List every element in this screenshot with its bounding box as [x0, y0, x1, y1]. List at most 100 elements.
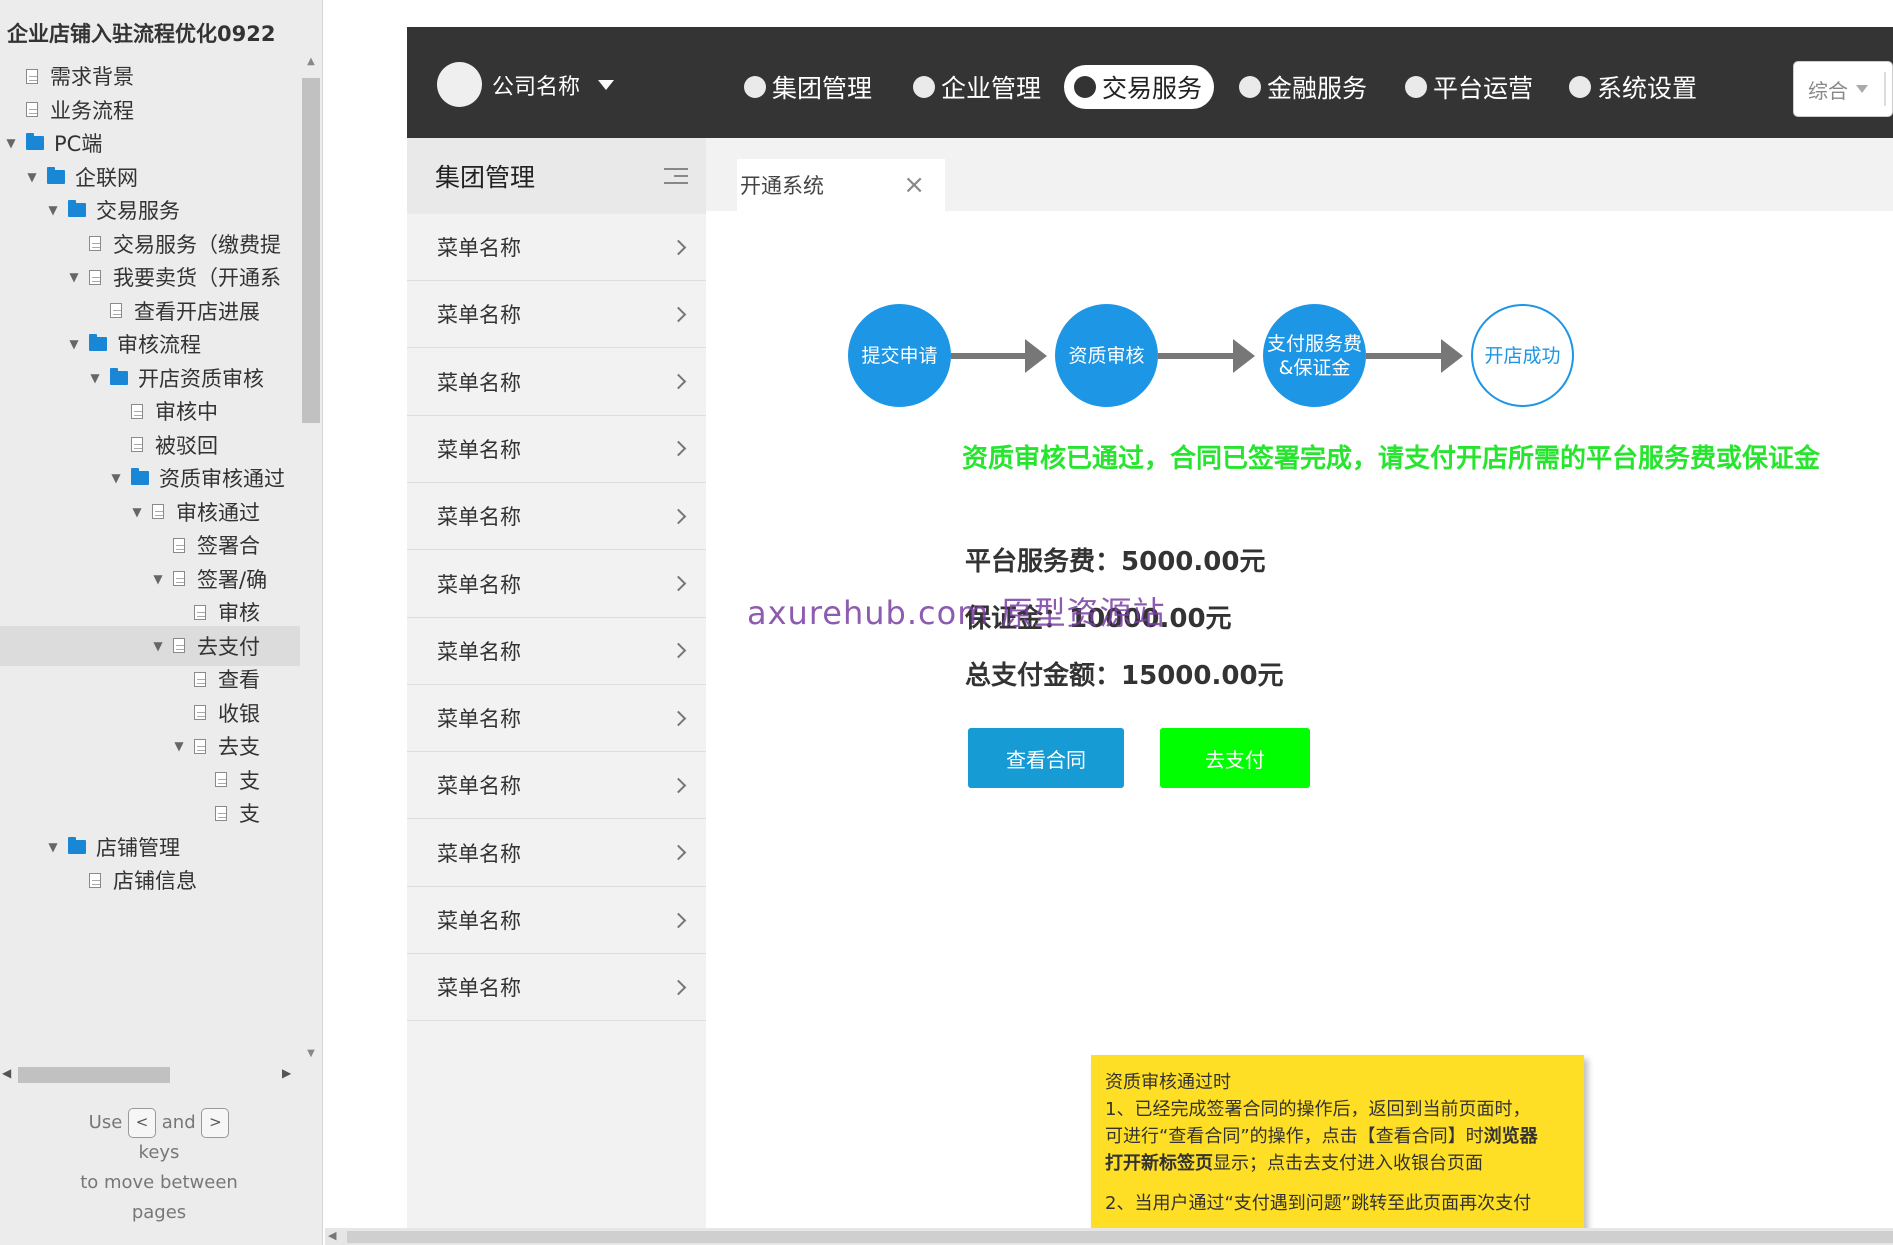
nav-tab-label: 平台运营: [1433, 74, 1534, 103]
sitemap-item-label: 开店资质审核: [138, 366, 264, 391]
side-menu-item[interactable]: 菜单名称: [407, 416, 706, 483]
expand-toggle-icon[interactable]: ▼: [149, 639, 167, 653]
scrollbar-thumb[interactable]: [18, 1067, 170, 1083]
expand-toggle-icon[interactable]: ▼: [170, 739, 188, 753]
folder-icon: [68, 200, 86, 217]
expand-toggle-icon[interactable]: ▼: [128, 505, 146, 519]
sitemap-item[interactable]: 店铺信息: [0, 860, 300, 900]
search-scope-select[interactable]: 综合: [1793, 61, 1893, 117]
page-icon: [89, 236, 101, 251]
side-menu-item[interactable]: 菜单名称: [407, 954, 706, 1022]
nav-tab-label: 系统设置: [1597, 74, 1698, 103]
sitemap-item-label: 资质审核通过: [159, 467, 285, 491]
expand-toggle-icon[interactable]: ▼: [149, 572, 167, 586]
scroll-down-icon[interactable]: ▼: [300, 1048, 322, 1059]
sitemap-item-label: 支: [239, 802, 260, 826]
tab-open-system[interactable]: 开通系统 ×: [737, 159, 945, 211]
page-icon: [110, 303, 122, 318]
top-navigation-bar: 公司名称 集团管理 企业管理 交易服务 金融服务 平台运营 系统设置 综合: [407, 27, 1893, 138]
chevron-right-icon: [670, 643, 687, 659]
radio-dot-icon: [744, 76, 766, 98]
expand-toggle-icon[interactable]: ▼: [65, 337, 83, 351]
go-pay-button[interactable]: 去支付: [1160, 728, 1310, 788]
scrollbar-thumb[interactable]: [302, 78, 320, 423]
side-menu-item-label: 菜单名称: [437, 976, 521, 1001]
page-icon: [194, 738, 206, 754]
help-keys: keys: [138, 1142, 180, 1163]
chevron-right-icon: [670, 777, 687, 794]
keyboard-help: Use < and > keys to move between pages: [0, 1108, 318, 1228]
side-menu-item[interactable]: 菜单名称: [407, 887, 706, 954]
caret-down-icon: [598, 79, 615, 90]
side-menu-item[interactable]: 菜单名称: [407, 281, 706, 349]
sitemap-item-label: 去支付: [197, 634, 260, 659]
folder-icon: [89, 334, 107, 351]
side-menu-item-label: 菜单名称: [437, 639, 521, 664]
sitemap-item-label: 需求背景: [50, 65, 134, 89]
sitemap-title: 企业店铺入驻流程优化0922: [7, 22, 276, 46]
view-contract-button[interactable]: 查看合同: [968, 728, 1124, 788]
arrow-right-icon: [1366, 339, 1463, 373]
note-text: 显示；点击去支付进入收银台页面: [1213, 1153, 1483, 1174]
note-text: 可进行“查看合同”的操作，点击【查看合同】时: [1105, 1126, 1484, 1147]
chevron-right-icon: [670, 844, 687, 861]
avatar: [437, 62, 482, 107]
side-menu-list: 菜单名称 菜单名称 菜单名称 菜单名称 菜单名称 菜单名称 菜单名称 菜单名称 菜单名称 菜单名称…: [407, 214, 706, 1230]
arrow-right-icon: [951, 339, 1047, 373]
expand-toggle-icon[interactable]: ▼: [107, 471, 125, 485]
page-icon: [26, 68, 38, 84]
sitemap-horizontal-scrollbar[interactable]: ◀ ▶: [0, 1064, 322, 1086]
page-icon: [215, 772, 227, 787]
nav-tab-enterprise-management[interactable]: 企业管理: [913, 65, 1041, 109]
next-key-icon: >: [201, 1108, 230, 1138]
page-horizontal-scrollbar[interactable]: ◀: [325, 1228, 1893, 1245]
sitemap-tree: 需求背景 业务流程 ▼ PC端 ▼ 企联网 ▼ 交易服务 交易服务（缴费提 ▼ 我要卖货（开通系 查看…: [0, 56, 300, 1056]
radio-dot-icon: [1569, 76, 1591, 98]
side-menu-item[interactable]: 菜单名称: [407, 685, 706, 753]
service-fee-value: 5000.00元: [1121, 547, 1266, 577]
close-icon[interactable]: ×: [903, 172, 925, 198]
nav-tab-financial-services[interactable]: 金融服务: [1239, 65, 1367, 109]
menu-collapse-icon[interactable]: [664, 166, 688, 186]
tab-label: 开通系统: [740, 174, 824, 198]
sitemap-vertical-scrollbar[interactable]: ▲ ▼: [300, 56, 322, 1066]
total-value: 15000.00元: [1121, 661, 1284, 691]
nav-tab-label: 交易服务: [1102, 74, 1203, 103]
side-menu-item[interactable]: 菜单名称: [407, 752, 706, 820]
chevron-right-icon: [670, 710, 687, 726]
side-menu-item-label: 菜单名称: [437, 505, 521, 530]
expand-toggle-icon[interactable]: ▼: [86, 371, 104, 385]
side-menu-item[interactable]: 菜单名称: [407, 483, 706, 551]
side-menu-item[interactable]: 菜单名称: [407, 349, 706, 416]
company-switcher[interactable]: 公司名称: [437, 62, 615, 107]
side-menu-item[interactable]: 菜单名称: [407, 618, 706, 685]
expand-toggle-icon[interactable]: ▼: [44, 840, 62, 854]
expand-toggle-icon[interactable]: ▼: [23, 170, 41, 184]
nav-tab-platform-operations[interactable]: 平台运营: [1405, 65, 1533, 109]
side-menu-item[interactable]: 菜单名称: [407, 820, 706, 887]
note-line: 可进行“查看合同”的操作，点击【查看合同】时浏览器: [1105, 1123, 1572, 1150]
expand-toggle-icon[interactable]: ▼: [44, 203, 62, 217]
step-qualification-review: 资质审核: [1055, 304, 1158, 407]
scroll-right-icon[interactable]: ▶: [282, 1066, 291, 1080]
scroll-left-icon[interactable]: ◀: [2, 1066, 11, 1080]
scrollbar-thumb[interactable]: [347, 1231, 1893, 1243]
expand-toggle-icon[interactable]: ▼: [65, 270, 83, 284]
expand-toggle-icon[interactable]: ▼: [2, 136, 20, 150]
side-menu-item[interactable]: 菜单名称: [407, 214, 706, 281]
side-menu-item[interactable]: 菜单名称: [407, 551, 706, 618]
side-menu-item-label: 菜单名称: [437, 707, 521, 732]
sitemap-item-label: 我要卖货（开通系: [113, 266, 281, 290]
nav-tab-group-management[interactable]: 集团管理: [744, 65, 872, 109]
sitemap-item-label: 店铺信息: [113, 869, 197, 893]
folder-icon: [131, 468, 149, 485]
help-line4: pages: [131, 1202, 187, 1223]
page-icon: [194, 604, 206, 620]
nav-tab-trade-services[interactable]: 交易服务: [1064, 65, 1215, 109]
company-name: 公司名称: [492, 74, 581, 100]
scroll-left-icon[interactable]: ◀: [328, 1229, 336, 1242]
chevron-right-icon: [670, 441, 687, 457]
nav-tab-system-settings[interactable]: 系统设置: [1569, 65, 1697, 109]
step-submit-application: 提交申请: [848, 304, 951, 407]
scroll-up-icon[interactable]: ▲: [300, 56, 322, 67]
